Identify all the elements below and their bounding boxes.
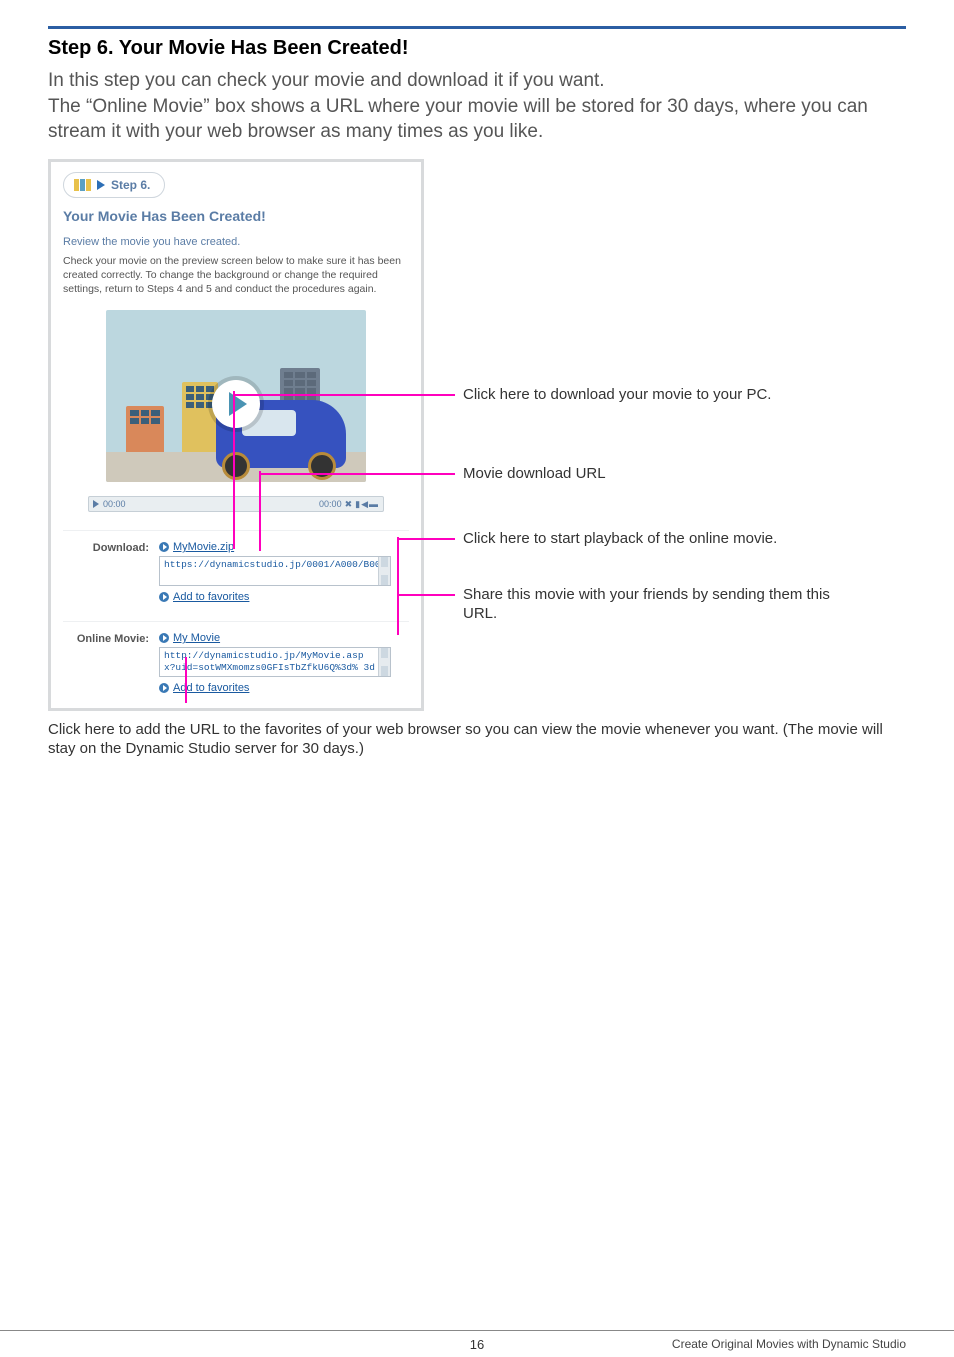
download-label: Download: <box>63 541 149 554</box>
page-footer: 16 Create Original Movies with Dynamic S… <box>0 1330 954 1337</box>
page-number: 16 <box>470 1337 484 1352</box>
pill-label: Step 6. <box>111 178 150 192</box>
arrow-icon <box>159 542 169 552</box>
top-rule <box>48 26 906 29</box>
download-add-fav[interactable]: Add to favorites <box>159 591 249 603</box>
play-triangle-icon <box>97 180 105 190</box>
step-heading: Step 6. Your Movie Has Been Created! <box>48 37 906 60</box>
download-url-box[interactable]: https://dynamicstudio.jp/0001/A000/B000/… <box>159 556 391 586</box>
online-label: Online Movie: <box>63 632 149 645</box>
leader-line-2 <box>259 471 261 551</box>
sound-icon[interactable]: ▮◀▬ <box>355 499 379 510</box>
callout-download-pc: Click here to download your movie to you… <box>463 385 771 405</box>
callout-download-url: Movie download URL <box>463 464 606 484</box>
leader-line-5 <box>185 657 187 703</box>
online-add-fav[interactable]: Add to favorites <box>159 682 249 694</box>
step6-panel: Step 6. Your Movie Has Been Created! Rev… <box>48 159 424 712</box>
close-icon[interactable]: ✖ <box>345 499 353 510</box>
arrow-icon <box>159 683 169 693</box>
callout-online-play: Click here to start playback of the onli… <box>463 529 777 549</box>
panel-explain: Check your movie on the preview screen b… <box>63 254 409 297</box>
download-link[interactable]: MyMovie.zip <box>159 541 234 553</box>
video-preview[interactable] <box>106 310 366 482</box>
video-bar[interactable]: 00:00 00:00✖▮◀▬ <box>88 496 384 512</box>
arrow-icon <box>159 633 169 643</box>
online-movie-link[interactable]: My Movie <box>159 632 220 644</box>
intro-text: In this step you can check your movie an… <box>48 68 906 145</box>
download-row: Download: MyMovie.zip https://dynamicstu… <box>63 530 409 603</box>
step-pill: Step 6. <box>63 172 165 198</box>
callout-share-url: Share this movie with your friends by se… <box>463 585 863 624</box>
online-movie-row: Online Movie: My Movie http://dynamicstu… <box>63 621 409 694</box>
leader-line-1 <box>233 391 235 549</box>
panel-review: Review the movie you have created. <box>63 236 409 248</box>
mini-play-icon[interactable] <box>93 500 99 508</box>
post-note: Click here to add the URL to the favorit… <box>48 721 906 759</box>
arrow-icon <box>159 592 169 602</box>
leader-line-4 <box>397 593 399 635</box>
doc-title: Create Original Movies with Dynamic Stud… <box>672 1337 906 1351</box>
time-left: 00:00 <box>103 499 126 509</box>
panel-heading: Your Movie Has Been Created! <box>63 208 409 224</box>
time-right: 00:00 <box>319 499 342 509</box>
pill-icon <box>74 179 91 191</box>
online-url-box[interactable]: http://dynamicstudio.jp/MyMovie.asp x?ui… <box>159 647 391 677</box>
